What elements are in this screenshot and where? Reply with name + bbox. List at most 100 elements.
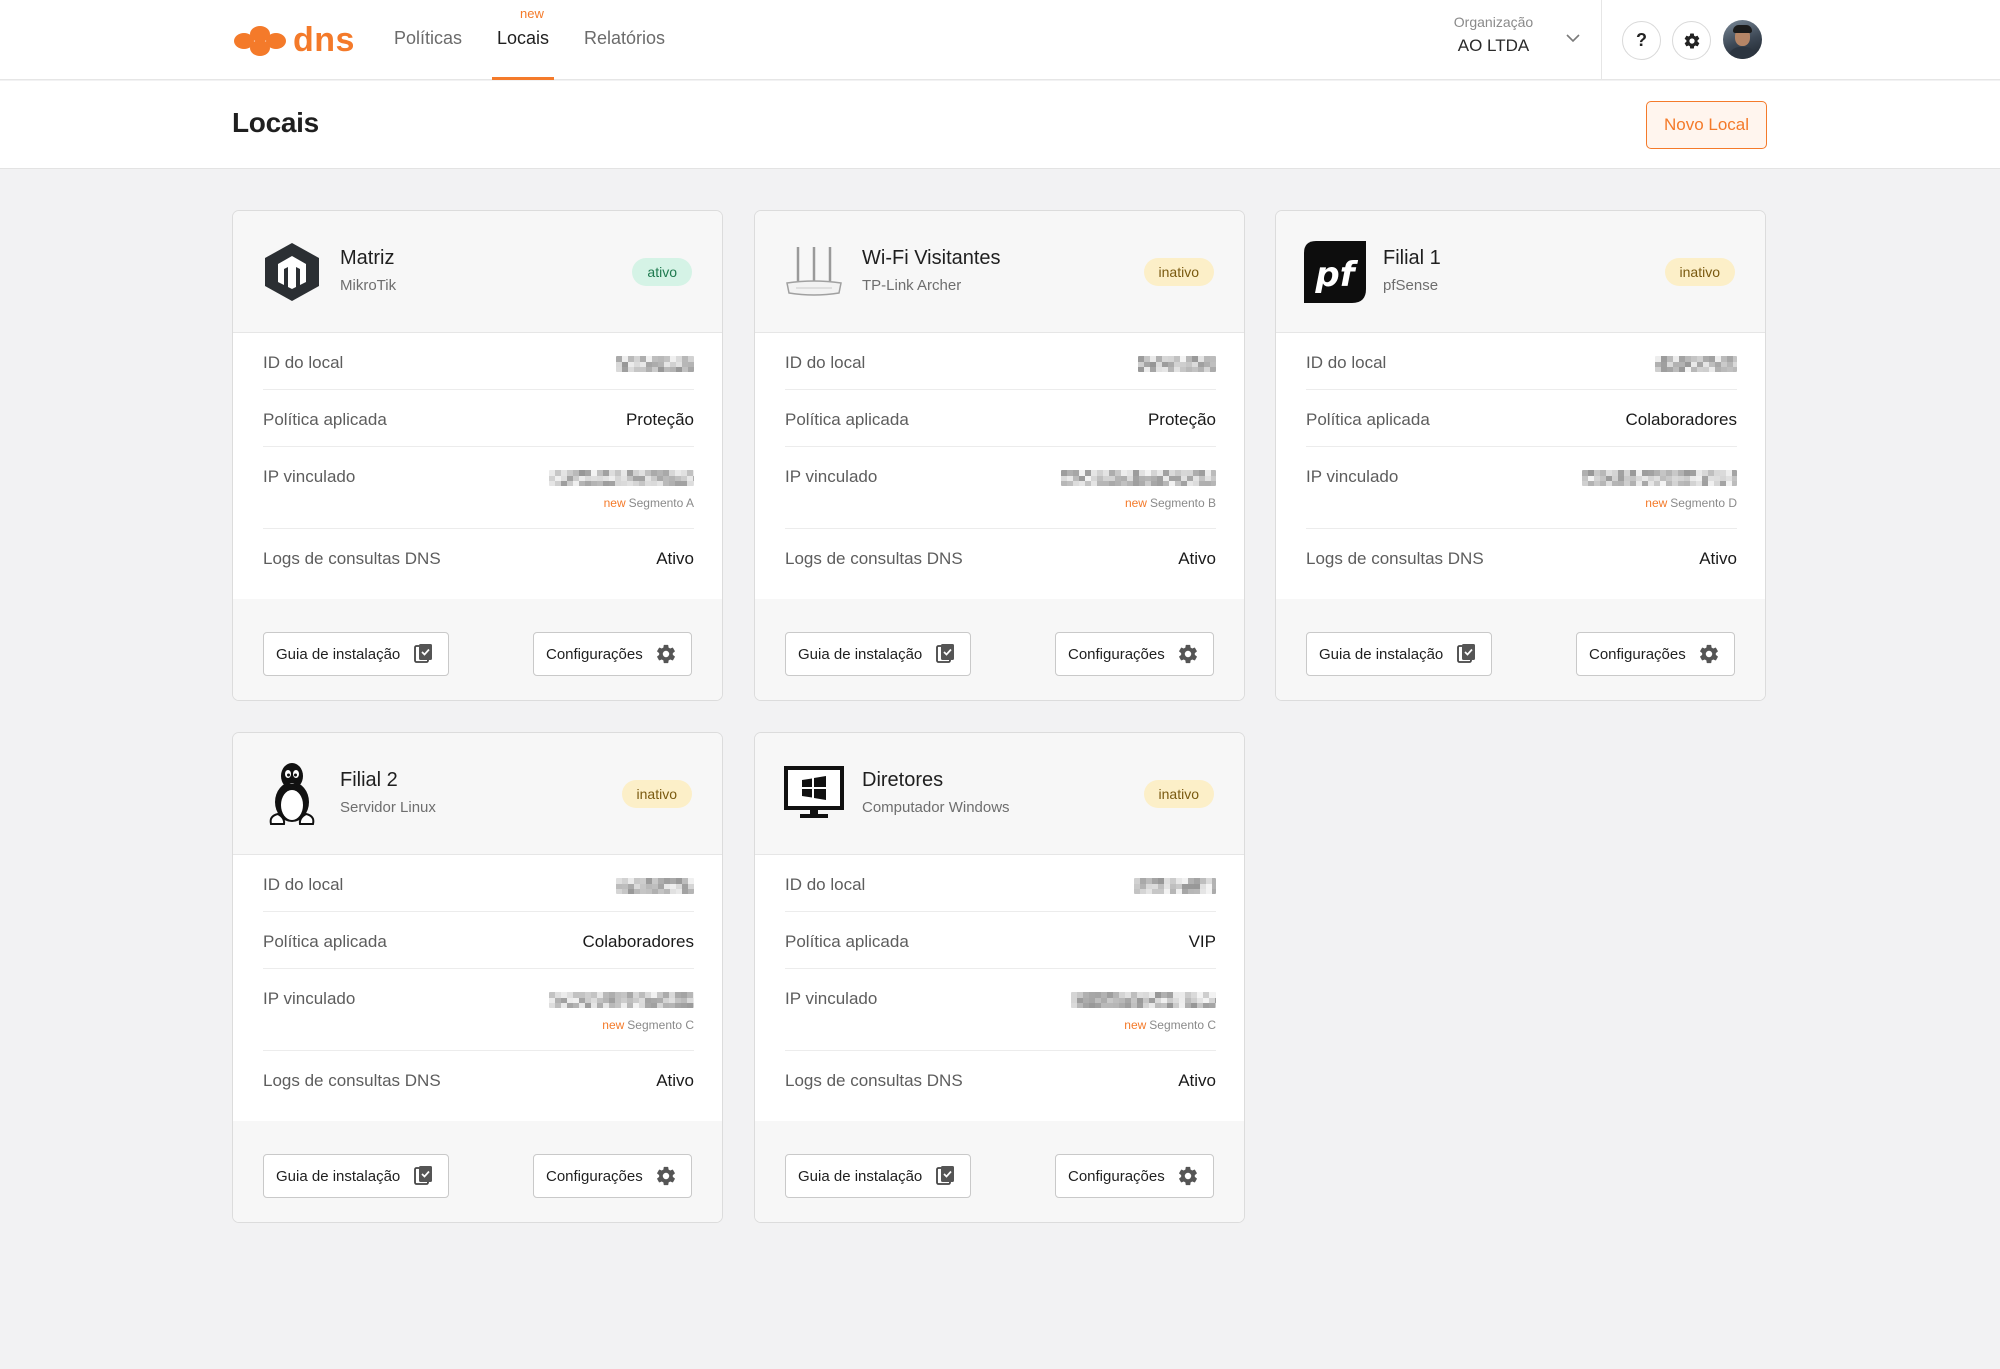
detail-row-ip: IP vinculado new Segmento A: [263, 447, 694, 529]
logs-label: Logs de consultas DNS: [1306, 549, 1484, 568]
card-header: Diretores Computador Windows inativo: [755, 733, 1244, 855]
location-card-1: Wi-Fi Visitantes TP-Link Archer inativo …: [754, 210, 1245, 701]
organization-selector[interactable]: Organização AO LTDA: [1440, 14, 1547, 56]
nav-link-relatorios[interactable]: Relatórios: [584, 28, 665, 49]
linux-tux-icon: [261, 763, 323, 825]
configurations-label: Configurações: [1068, 1167, 1165, 1185]
card-details: ID do local Política aplicada Colaborado…: [1306, 333, 1737, 586]
configurations-button[interactable]: Configurações: [533, 632, 692, 676]
clipboard-check-icon: [936, 1166, 955, 1185]
installation-guide-button[interactable]: Guia de instalação: [263, 1154, 449, 1198]
installation-guide-button[interactable]: Guia de instalação: [785, 632, 971, 676]
configurations-label: Configurações: [1589, 645, 1686, 663]
organization-label: Organização: [1453, 14, 1534, 30]
nav-link-locais[interactable]: Locais: [497, 28, 549, 49]
installation-guide-label: Guia de instalação: [276, 645, 401, 663]
logs-label: Logs de consultas DNS: [785, 549, 963, 568]
status-badge: inativo: [1664, 258, 1735, 286]
redacted-location-id: [1138, 356, 1216, 372]
location-name: Filial 2: [340, 769, 398, 791]
location-name: Wi-Fi Visitantes: [862, 247, 1001, 269]
new-location-button[interactable]: Novo Local: [1646, 101, 1767, 149]
card-footer: Guia de instalação Configurações: [755, 599, 1244, 700]
redacted-ip-address: [1582, 470, 1737, 486]
organization-name: AO LTDA: [1457, 36, 1530, 55]
device-type: MikroTik: [340, 277, 397, 294]
gear-icon: [1699, 644, 1718, 664]
configurations-label: Configurações: [1068, 645, 1165, 663]
detail-row-policy: Política aplicada Colaboradores: [263, 912, 694, 969]
logs-value: Ativo: [1699, 549, 1737, 568]
gear-icon: [1178, 644, 1197, 664]
help-button[interactable]: ?: [1622, 21, 1661, 60]
installation-guide-button[interactable]: Guia de instalação: [263, 632, 449, 676]
configurations-button[interactable]: Configurações: [1055, 1154, 1214, 1198]
segment-new-badge: new: [1645, 496, 1668, 510]
card-details: ID do local Política aplicada Colaborado…: [263, 855, 694, 1108]
segment-name: Segmento C: [1149, 1018, 1216, 1032]
policy-label: Política aplicada: [785, 932, 909, 951]
logs-value: Ativo: [1178, 1071, 1216, 1090]
clipboard-check-icon: [936, 644, 955, 663]
segment-new-badge: new: [1124, 496, 1147, 510]
card-header: Filial 2 Servidor Linux inativo: [233, 733, 722, 855]
policy-label: Política aplicada: [785, 410, 909, 429]
settings-button[interactable]: [1672, 21, 1711, 60]
policy-label: Política aplicada: [263, 932, 387, 951]
configurations-button[interactable]: Configurações: [533, 1154, 692, 1198]
policy-value: Colaboradores: [582, 932, 694, 951]
dns-logo[interactable]: dns: [233, 18, 355, 62]
segment-tag: new Segmento D: [1645, 496, 1737, 510]
logs-label: Logs de consultas DNS: [785, 1071, 963, 1090]
segment-tag: new Segmento B: [1125, 496, 1216, 510]
chevron-down-icon[interactable]: [1565, 30, 1581, 46]
redacted-ip-address: [1061, 470, 1216, 486]
segment-new-badge: new: [1124, 1018, 1147, 1032]
segment-name: Segmento C: [627, 1018, 694, 1032]
ip-label: IP vinculado: [785, 989, 878, 1008]
logs-label: Logs de consultas DNS: [263, 549, 441, 568]
device-type: TP-Link Archer: [862, 277, 962, 294]
status-badge: inativo: [621, 780, 692, 808]
device-type: Servidor Linux: [340, 799, 436, 816]
nav-new-badge: new: [520, 6, 544, 21]
configurations-button[interactable]: Configurações: [1055, 632, 1214, 676]
policy-value: VIP: [1188, 932, 1216, 951]
status-badge: ativo: [632, 258, 692, 286]
configurations-label: Configurações: [546, 1167, 643, 1185]
segment-tag: new Segmento C: [602, 1018, 694, 1032]
clipboard-check-icon: [414, 1166, 433, 1185]
gear-icon: [656, 644, 675, 664]
logo-mark-icon: [234, 26, 286, 56]
device-type: Computador Windows: [862, 799, 1010, 816]
mikrotik-icon: [261, 241, 323, 303]
configurations-button[interactable]: Configurações: [1576, 632, 1735, 676]
policy-label: Política aplicada: [263, 410, 387, 429]
svg-text:pf: pf: [1314, 255, 1358, 295]
policy-label: Política aplicada: [1306, 410, 1430, 429]
user-avatar[interactable]: [1723, 20, 1762, 59]
detail-row-logs: Logs de consultas DNS Ativo: [263, 1051, 694, 1108]
id-label: ID do local: [263, 353, 344, 372]
logs-value: Ativo: [1178, 549, 1216, 568]
ip-label: IP vinculado: [785, 467, 878, 486]
segment-name: Segmento B: [1149, 496, 1216, 510]
detail-row-id: ID do local: [1306, 333, 1737, 390]
installation-guide-button[interactable]: Guia de instalação: [785, 1154, 971, 1198]
pfsense-icon: pf: [1304, 241, 1366, 303]
segment-tag: new Segmento A: [604, 496, 694, 510]
detail-row-ip: IP vinculado new Segmento B: [785, 447, 1216, 529]
id-label: ID do local: [785, 875, 866, 894]
installation-guide-button[interactable]: Guia de instalação: [1306, 632, 1492, 676]
detail-row-id: ID do local: [785, 855, 1216, 912]
policy-value: Proteção: [625, 410, 694, 429]
detail-row-id: ID do local: [785, 333, 1216, 390]
logs-value: Ativo: [656, 1071, 694, 1090]
page-header: Locais Novo Local: [0, 81, 2000, 169]
redacted-ip-address: [549, 992, 694, 1008]
configurations-label: Configurações: [546, 645, 643, 663]
policy-value: Colaboradores: [1625, 410, 1737, 429]
device-type: pfSense: [1383, 277, 1439, 294]
nav-link-politicas[interactable]: Políticas: [394, 28, 462, 49]
detail-row-policy: Política aplicada Proteção: [785, 390, 1216, 447]
